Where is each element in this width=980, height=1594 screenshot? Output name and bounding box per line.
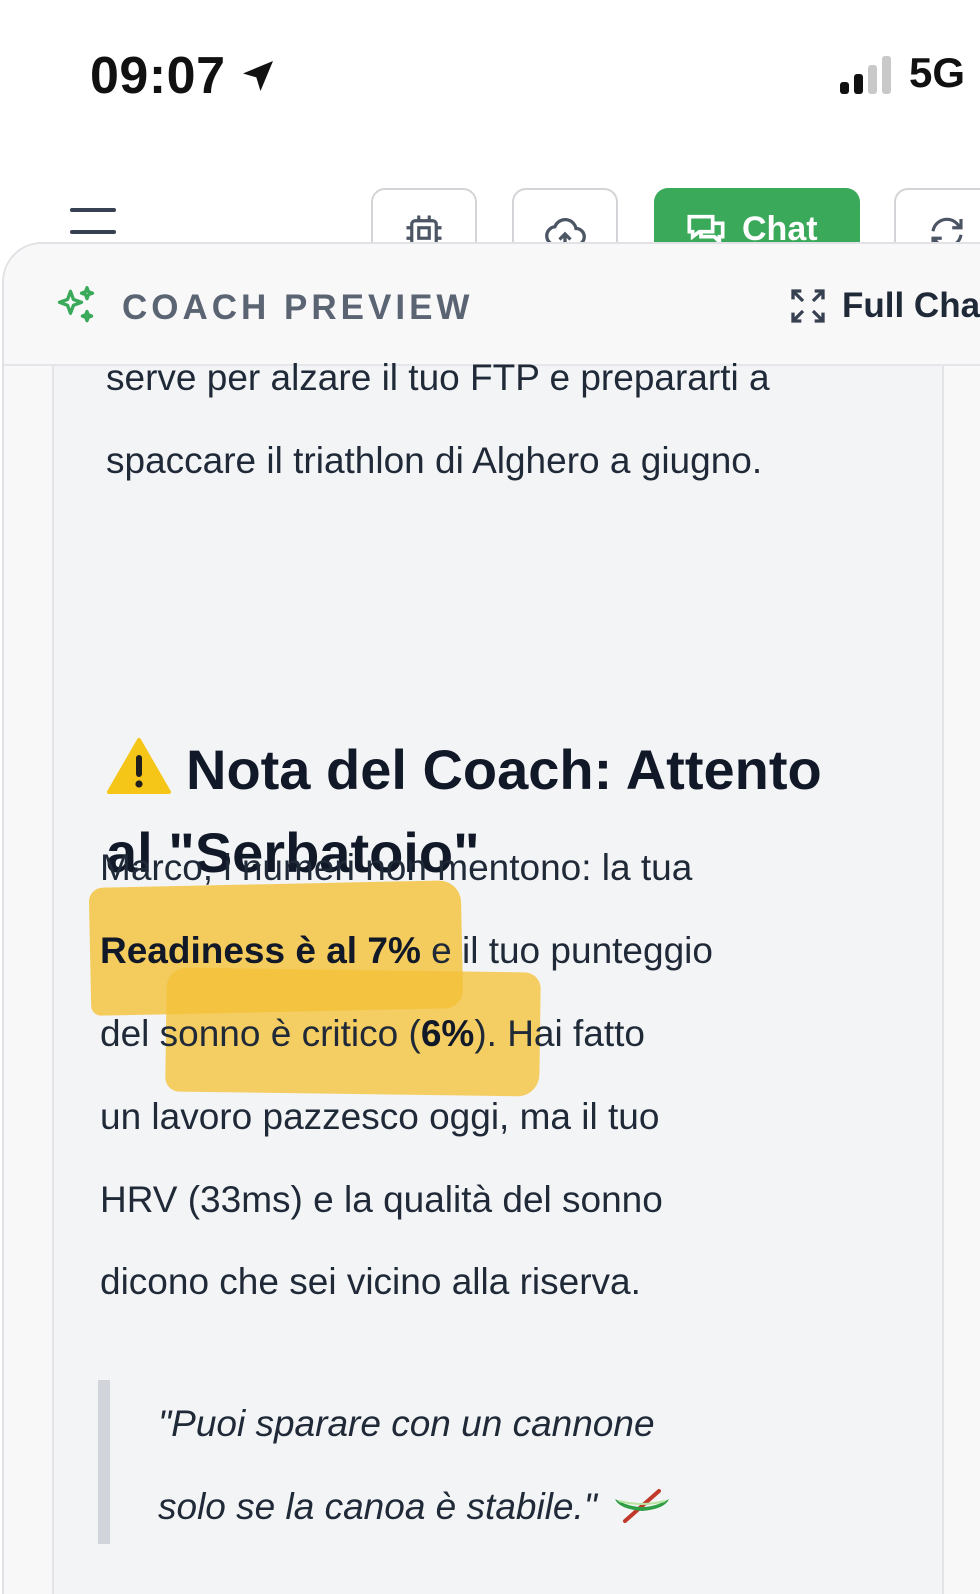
status-indicators: 5G <box>840 52 965 94</box>
expand-icon[interactable] <box>788 286 828 326</box>
location-arrow-icon <box>242 61 273 91</box>
coach-note-heading: Nota del Coach: Attento al "Serbatoio" <box>106 728 822 894</box>
heading-line-2: al "Serbatoio" <box>106 821 480 884</box>
warning-icon <box>107 738 171 794</box>
full-chat-link[interactable]: Full Chat <box>842 286 980 326</box>
hamburger-menu-icon[interactable] <box>70 206 116 236</box>
status-time: 09:07 <box>90 46 278 106</box>
heading-line-1: Nota del Coach: Attento <box>186 738 822 801</box>
status-time-text: 09:07 <box>90 47 226 105</box>
highlight-sleep <box>165 967 541 1097</box>
network-label: 5G <box>909 49 966 96</box>
panel-title: COACH PREVIEW <box>122 288 474 327</box>
intro-line-1: serve per alzare il tuo FTP e prepararti… <box>106 357 770 398</box>
signal-icon <box>840 56 891 94</box>
intro-line-2: spaccare il triathlon di Alghero a giugn… <box>106 440 763 481</box>
sparkle-icon <box>57 286 95 323</box>
